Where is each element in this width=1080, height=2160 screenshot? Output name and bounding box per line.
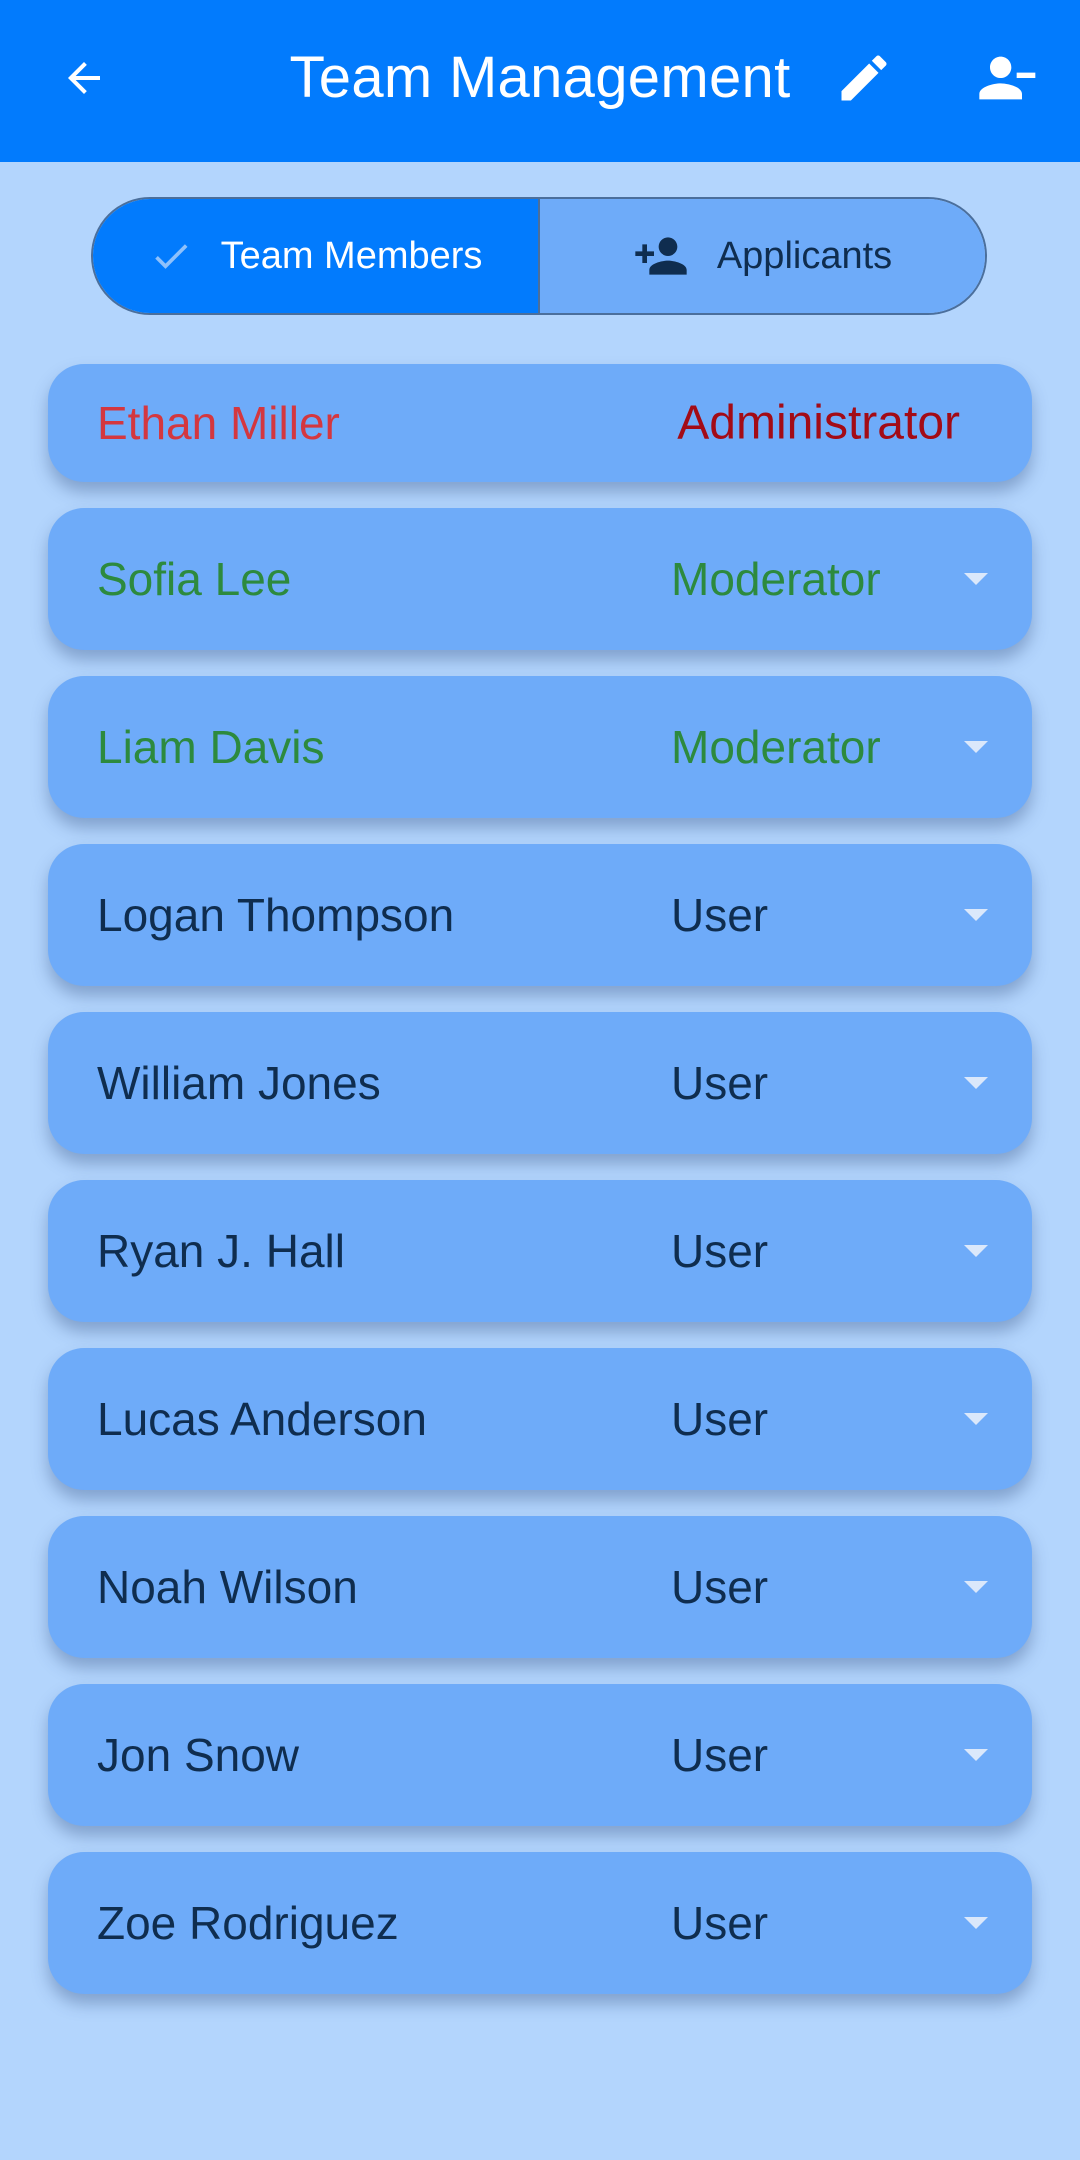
member-name: Liam Davis bbox=[97, 721, 325, 773]
role-dropdown[interactable]: User bbox=[671, 1041, 997, 1125]
member-name: Sofia Lee bbox=[97, 553, 292, 605]
member-row-admin: Ethan Miller Administrator bbox=[48, 364, 1032, 482]
role-dropdown-value: User bbox=[671, 1057, 769, 1109]
role-dropdown-value: User bbox=[671, 1225, 769, 1277]
dropdown-arrow-icon bbox=[964, 741, 988, 753]
member-name: William Jones bbox=[97, 1057, 381, 1109]
back-button[interactable] bbox=[44, 38, 124, 118]
person-add-icon bbox=[633, 228, 689, 284]
dropdown-arrow-icon bbox=[964, 1077, 988, 1089]
tab-applicants-label: Applicants bbox=[716, 234, 893, 277]
dropdown-arrow-icon bbox=[964, 909, 988, 921]
role-dropdown[interactable]: User bbox=[671, 1545, 997, 1629]
role-dropdown[interactable]: User bbox=[671, 1209, 997, 1293]
member-name: Ryan J. Hall bbox=[97, 1225, 345, 1277]
tab-team-members[interactable]: Team Members bbox=[93, 199, 540, 313]
role-dropdown[interactable]: User bbox=[671, 1881, 997, 1965]
member-name: Logan Thompson bbox=[97, 889, 455, 941]
check-icon bbox=[149, 234, 193, 278]
edit-button[interactable] bbox=[824, 38, 904, 118]
tab-team-members-label: Team Members bbox=[220, 234, 483, 277]
role-dropdown[interactable]: User bbox=[671, 873, 997, 957]
member-row: Lucas Anderson User bbox=[48, 1348, 1032, 1490]
member-name: Jon Snow bbox=[97, 1729, 300, 1781]
member-row: Jon Snow User bbox=[48, 1684, 1032, 1826]
dropdown-arrow-icon bbox=[964, 1413, 988, 1425]
role-dropdown[interactable]: Moderator bbox=[671, 705, 997, 789]
dropdown-arrow-icon bbox=[964, 573, 988, 585]
dropdown-arrow-icon bbox=[964, 1245, 988, 1257]
page-title: Team Management bbox=[289, 45, 791, 110]
role-dropdown-value: User bbox=[671, 1561, 769, 1613]
member-type-toggle: Team Members Applicants bbox=[91, 197, 987, 315]
role-dropdown[interactable]: Moderator bbox=[671, 537, 997, 621]
arrow-back-icon bbox=[68, 62, 100, 94]
person-remove-icon bbox=[979, 56, 1036, 100]
pencil-icon bbox=[841, 55, 887, 101]
dropdown-arrow-icon bbox=[964, 1581, 988, 1593]
dropdown-arrow-icon bbox=[964, 1749, 988, 1761]
role-dropdown-value: User bbox=[671, 1897, 769, 1949]
role-dropdown-value: Moderator bbox=[671, 553, 881, 605]
member-row: William Jones User bbox=[48, 1012, 1032, 1154]
member-row: Zoe Rodriguez User bbox=[48, 1852, 1032, 1994]
tab-applicants[interactable]: Applicants bbox=[540, 199, 985, 313]
member-name: Lucas Anderson bbox=[97, 1393, 427, 1445]
role-dropdown-value: User bbox=[671, 1393, 769, 1445]
role-dropdown[interactable]: User bbox=[671, 1713, 997, 1797]
remove-member-button[interactable] bbox=[966, 38, 1046, 118]
member-row: Liam Davis Moderator bbox=[48, 676, 1032, 818]
member-role-label: Administrator bbox=[677, 396, 960, 450]
member-name: Zoe Rodriguez bbox=[97, 1897, 399, 1949]
member-row: Ryan J. Hall User bbox=[48, 1180, 1032, 1322]
member-row: Noah Wilson User bbox=[48, 1516, 1032, 1658]
role-dropdown[interactable]: User bbox=[671, 1377, 997, 1461]
role-dropdown-value: Moderator bbox=[671, 721, 881, 773]
app-bar: Team Management bbox=[0, 0, 1080, 162]
member-name: Noah Wilson bbox=[97, 1561, 358, 1613]
member-row: Logan Thompson User bbox=[48, 844, 1032, 986]
member-row: Sofia Lee Moderator bbox=[48, 508, 1032, 650]
member-name: Ethan Miller bbox=[97, 397, 340, 449]
role-dropdown-value: User bbox=[671, 1729, 769, 1781]
dropdown-arrow-icon bbox=[964, 1917, 988, 1929]
role-dropdown-value: User bbox=[671, 889, 769, 941]
